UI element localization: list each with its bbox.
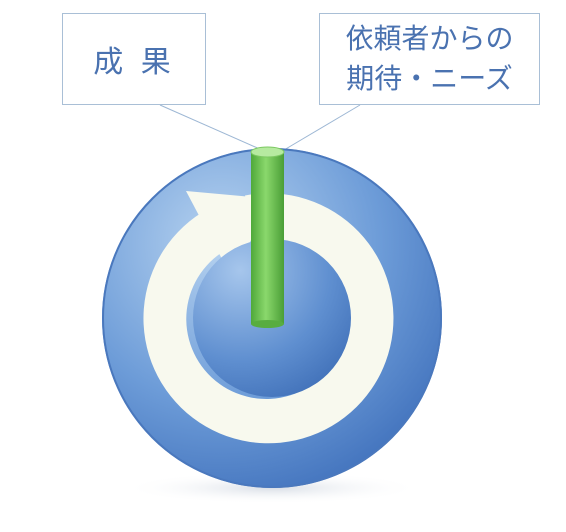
expectation-label-line2: 期待・ニーズ bbox=[346, 62, 513, 95]
expectation-label-box: 依頼者からの 期待・ニーズ bbox=[319, 13, 540, 105]
result-label-box: 成 果 bbox=[62, 13, 206, 105]
connector-line-left bbox=[159, 104, 263, 151]
connector-line-right bbox=[283, 104, 361, 151]
expectation-label-line1: 依頼者からの bbox=[345, 22, 514, 55]
pillar-top bbox=[250, 146, 285, 158]
green-cylinder-icon bbox=[250, 146, 285, 328]
pillar-bottom bbox=[251, 320, 284, 328]
result-label: 成 果 bbox=[93, 45, 175, 80]
pillar-body bbox=[251, 152, 284, 324]
